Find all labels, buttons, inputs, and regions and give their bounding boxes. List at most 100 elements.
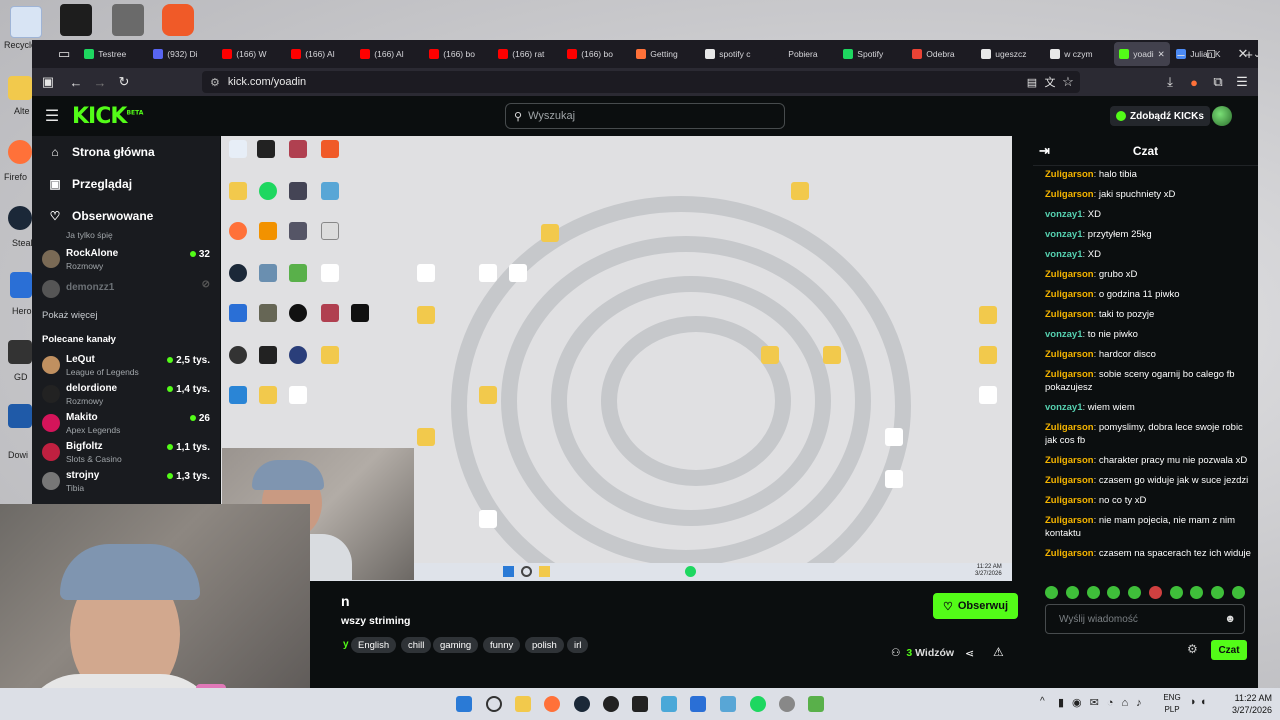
show-more-link[interactable]: Pokaż więcej (42, 310, 97, 321)
chat-username[interactable]: vonzay1 (1045, 402, 1083, 413)
chat-username[interactable]: vonzay1 (1045, 329, 1083, 340)
sidebar-toggle-icon[interactable]: ▣ (36, 70, 60, 94)
chat-username[interactable]: Zuligarson (1045, 289, 1094, 300)
recommended-channel[interactable]: delordione Rozmowy 1,4 tys. (42, 381, 210, 409)
extensions-icon[interactable]: ⧉ (1206, 70, 1230, 94)
browser-tab[interactable]: (932) Di (148, 42, 216, 66)
forward-button[interactable]: → (88, 70, 112, 94)
tag-irl[interactable]: irl (567, 637, 589, 653)
tag-gaming[interactable]: gaming (433, 637, 479, 653)
menu-icon[interactable]: ☰ (1230, 70, 1254, 94)
kick-logo[interactable]: KICKBETA (72, 104, 143, 129)
notepad-icon[interactable] (661, 696, 677, 712)
tag-english[interactable]: English (351, 637, 397, 653)
stream-category[interactable]: y (343, 639, 349, 650)
browser-tab[interactable]: yoadi ✕ (1114, 42, 1171, 66)
shield-icon[interactable] (690, 696, 706, 712)
chat-username[interactable]: Zuligarson (1045, 422, 1094, 433)
emote-icon[interactable] (1211, 586, 1225, 599)
chat-username[interactable]: Zuligarson (1045, 515, 1094, 526)
spotify-icon[interactable] (750, 696, 766, 712)
recommended-channel[interactable]: strojny Tibia 1,3 tys. (42, 468, 210, 496)
steam-icon[interactable] (574, 696, 590, 712)
chat-username[interactable]: Zuligarson (1045, 309, 1094, 320)
terminal-icon[interactable] (632, 696, 648, 712)
chat-username[interactable]: Zuligarson (1045, 495, 1094, 506)
browser-tab[interactable]: ugeszcz (976, 42, 1044, 66)
browser-tab[interactable]: (166) Al (355, 42, 423, 66)
file-explorer-icon[interactable] (515, 696, 531, 712)
emote-icon[interactable] (1231, 586, 1245, 599)
followed-channel[interactable]: Ja tylko śpię (42, 228, 210, 244)
close-tab-icon[interactable]: ✕ (1158, 49, 1165, 60)
chat-send-button[interactable]: Czat (1211, 640, 1247, 660)
recommended-channel[interactable]: LeQut League of Legends 2,5 tys. (42, 352, 210, 380)
chat-username[interactable]: Zuligarson (1045, 349, 1094, 360)
app-icon[interactable] (112, 4, 144, 36)
followed-channel-offline[interactable]: demonzz1 ⊘ (42, 276, 210, 304)
emote-icon[interactable] (1128, 586, 1142, 599)
firefox-icon[interactable] (8, 140, 32, 164)
nav-home[interactable]: ⌂ Strona główna (46, 142, 154, 162)
app-icon[interactable] (8, 340, 32, 364)
emote-icon[interactable] (1086, 586, 1100, 599)
firefox-icon[interactable] (544, 696, 560, 712)
chat-settings-icon[interactable]: ⚙ (1187, 642, 1198, 656)
chat-username[interactable]: Zuligarson (1045, 475, 1094, 486)
browser-tab[interactable]: (166) bo (424, 42, 492, 66)
browser-tab[interactable]: Testree (79, 42, 147, 66)
recommended-channel[interactable]: Makito Apex Legends 26 (42, 410, 210, 438)
follow-button[interactable]: ♡ Obserwuj (933, 593, 1018, 619)
emote-icon[interactable] (1107, 586, 1121, 599)
maximize-button[interactable]: ☐ (1196, 40, 1226, 68)
volume-icon[interactable]: ◗ ◖ (1190, 696, 1206, 708)
browser-tab[interactable]: spotify c (700, 42, 768, 66)
tag-chill[interactable]: chill (401, 637, 432, 653)
minimize-button[interactable]: – (1166, 40, 1196, 68)
downloads-icon[interactable]: ⤓ (1158, 70, 1182, 94)
reload-button[interactable]: ↻ (112, 70, 136, 94)
tag-polish[interactable]: polish (525, 637, 564, 653)
input-language[interactable]: ENG PLP (1160, 692, 1184, 716)
chat-username[interactable]: Zuligarson (1045, 369, 1094, 380)
tray-icons[interactable]: ▮◉✉◔⌂♪ (1058, 696, 1150, 709)
emote-icon[interactable] (1148, 586, 1162, 599)
close-window-button[interactable]: ✕ (1228, 40, 1258, 68)
nav-browse[interactable]: ▣ Przeglądaj (46, 174, 132, 194)
browser-tab[interactable]: Getting (631, 42, 699, 66)
chat-username[interactable]: Zuligarson (1045, 455, 1094, 466)
recommended-channel[interactable]: Bigfoltz Slots & Casino 1,1 tys. (42, 439, 210, 467)
browser-tab[interactable]: (166) W (217, 42, 285, 66)
tray-chevron-icon[interactable]: ^ (1040, 696, 1045, 707)
browser-tab[interactable]: Odebra (907, 42, 975, 66)
search-input[interactable]: ⚲ Wyszukaj (505, 103, 785, 129)
user-avatar[interactable] (1212, 106, 1232, 126)
browser-tab[interactable]: w czym (1045, 42, 1113, 66)
emote-icon[interactable] (1045, 586, 1058, 599)
tag-funny[interactable]: funny (483, 637, 521, 653)
share-icon[interactable]: ⋖ (965, 647, 974, 660)
browser-tab[interactable]: Pobiera (769, 42, 837, 66)
search-icon[interactable] (486, 696, 502, 712)
shield-icon[interactable] (10, 272, 32, 298)
chat-input[interactable]: Wyślij wiadomość ☻ (1045, 604, 1245, 634)
app-icon[interactable] (808, 696, 824, 712)
bookmark-star-icon[interactable]: ☆ (1056, 70, 1080, 94)
obs-icon[interactable] (603, 696, 619, 712)
address-bar[interactable]: ⚙ kick.com/yoadin (202, 71, 1080, 93)
account-icon[interactable]: ● (1182, 70, 1206, 94)
url-text[interactable]: kick.com/yoadin (228, 76, 306, 88)
steam-icon[interactable] (8, 206, 32, 230)
streamer-name[interactable]: n (341, 593, 350, 609)
app-icon[interactable] (779, 696, 795, 712)
chat-username[interactable]: Zuligarson (1045, 269, 1094, 280)
chat-username[interactable]: vonzay1 (1045, 209, 1083, 220)
app-icon[interactable] (720, 696, 736, 712)
emote-icon[interactable] (1169, 586, 1183, 599)
brave-browser-icon[interactable] (162, 4, 194, 36)
followed-channel[interactable]: RockAlone Rozmowy 32 (42, 246, 210, 274)
chat-username[interactable]: vonzay1 (1045, 249, 1083, 260)
app-icon[interactable] (8, 404, 32, 428)
emoji-icon[interactable]: ☻ (1224, 613, 1236, 625)
emote-icon[interactable] (1065, 586, 1079, 599)
